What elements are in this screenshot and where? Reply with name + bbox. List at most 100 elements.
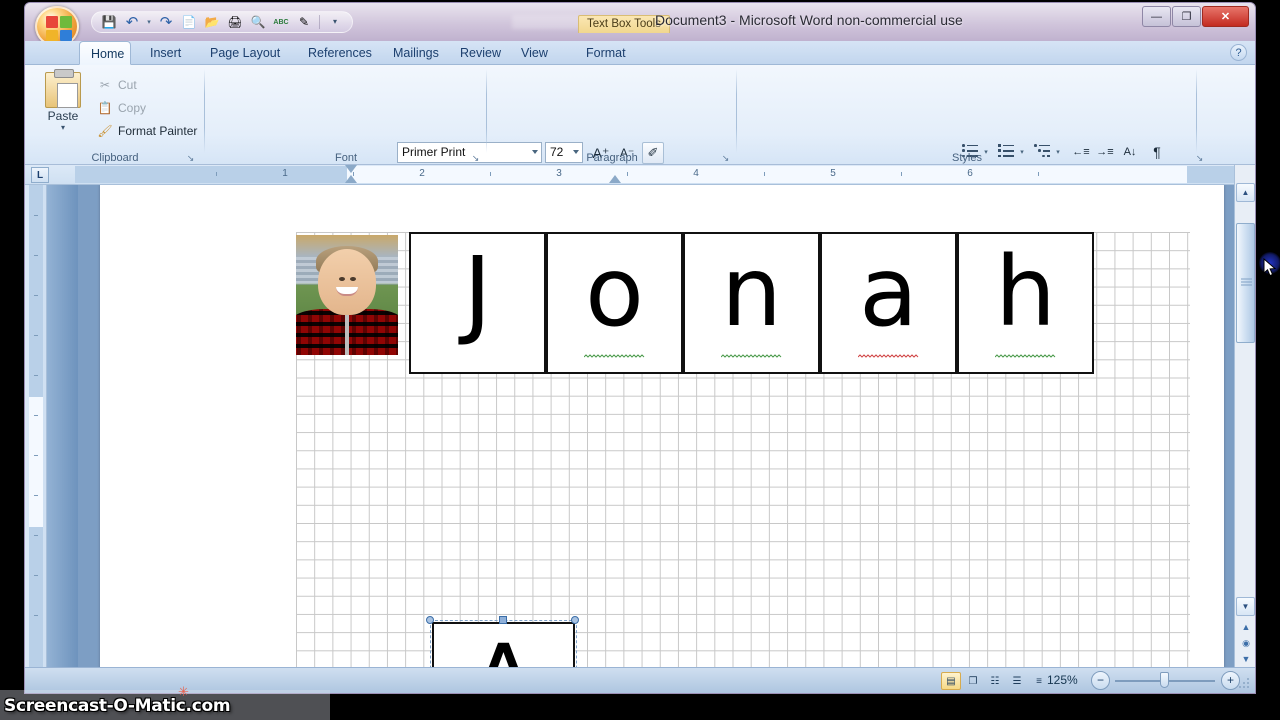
letter-a-uppercase: A — [434, 632, 573, 672]
copy-button[interactable]: 📋 Copy — [97, 98, 147, 118]
scrollbar-grip — [1241, 278, 1252, 288]
scroll-down-button[interactable]: ▼ — [1236, 597, 1255, 616]
view-print-layout-button[interactable]: ▤ — [941, 672, 961, 690]
hanging-indent-marker[interactable] — [345, 175, 357, 183]
previous-page-button[interactable]: ▲ — [1239, 620, 1253, 635]
tab-stop-selector[interactable]: L — [31, 167, 49, 183]
resize-handle-top-left[interactable] — [426, 616, 434, 624]
tab-review[interactable]: Review — [449, 41, 512, 65]
ruler-text-area — [347, 166, 1187, 183]
word-window: 💾 ↶ ▾ ↷ 📄 📂 🖨 🔍 ABC ✎ ▾ Text Box Tools D… — [24, 2, 1280, 694]
group-paragraph: ▾ ▾ ▾ ←≡ →≡ A↓ ¶ Paragraph ↘ — [487, 65, 1169, 195]
vertical-ruler — [25, 185, 47, 672]
left-indent-marker[interactable] — [609, 175, 621, 183]
clipboard-dialog-launcher[interactable]: ↘ — [185, 152, 196, 163]
photo-eye-left — [338, 277, 345, 282]
paste-button[interactable]: Paste ▾ — [37, 69, 89, 140]
next-page-button[interactable]: ▼ — [1239, 652, 1253, 667]
ruler-track: 1 2 3 4 5 6 — [75, 165, 1235, 183]
scroll-up-button[interactable]: ▲ — [1236, 183, 1255, 202]
spellcheck-underline-green-2 — [720, 354, 783, 358]
resize-handle-top-center[interactable] — [499, 616, 507, 624]
cut-button[interactable]: ✂ Cut — [97, 75, 137, 95]
mouse-cursor — [1263, 257, 1277, 278]
spellcheck-underline-green — [583, 354, 646, 358]
zoom-in-button[interactable]: + — [1221, 671, 1240, 690]
minimize-button[interactable]: — — [1142, 6, 1171, 27]
screencast-watermark: Screencast-O-Matic.com — [4, 696, 231, 716]
customize-qat-icon[interactable]: ▾ — [325, 13, 345, 31]
photo-zipper — [345, 314, 349, 355]
photo-smile — [336, 287, 358, 296]
undo-icon[interactable]: ↶ — [122, 13, 142, 31]
view-draft-button[interactable]: ≡ — [1029, 672, 1049, 690]
font-dialog-launcher[interactable]: ↘ — [470, 152, 481, 163]
letter-box-n[interactable]: n — [683, 232, 820, 374]
zoom-slider-thumb[interactable] — [1160, 672, 1169, 688]
selected-textbox[interactable]: A — [432, 622, 575, 672]
document-page[interactable]: J o n a h — [100, 185, 1224, 672]
resize-handle-top-right[interactable] — [571, 616, 579, 624]
tab-references[interactable]: References — [297, 41, 383, 65]
letter-box-j[interactable]: J — [409, 232, 546, 374]
photo-eye-right — [350, 277, 357, 282]
letter-box-a[interactable]: a — [820, 232, 957, 374]
print-preview-icon[interactable]: 🔍 — [248, 13, 268, 31]
window-controls: — ❐ ✕ — [1142, 6, 1249, 27]
spelling-icon[interactable]: ABC — [271, 13, 291, 31]
save-icon[interactable]: 💾 — [99, 13, 119, 31]
letter-box-o[interactable]: o — [546, 232, 683, 374]
undo-dropdown-icon[interactable]: ▾ — [145, 13, 153, 31]
vertical-ruler-track — [29, 185, 43, 672]
new-document-icon[interactable]: 📄 — [179, 13, 199, 31]
title-ghost-text — [512, 15, 582, 29]
help-icon[interactable]: ? — [1230, 44, 1247, 61]
quick-access-toolbar[interactable]: 💾 ↶ ▾ ↷ 📄 📂 🖨 🔍 ABC ✎ ▾ — [91, 11, 353, 33]
resize-grip[interactable] — [1239, 678, 1251, 690]
view-full-screen-reading-button[interactable]: ❐ — [963, 672, 983, 690]
tab-format[interactable]: Format — [575, 41, 637, 65]
redo-icon[interactable]: ↷ — [156, 13, 176, 31]
format-painter-button[interactable]: 🖌 Format Painter — [97, 121, 197, 141]
tab-mailings[interactable]: Mailings — [382, 41, 450, 65]
letter-box-h[interactable]: h — [957, 232, 1094, 374]
ruler-mark-1: 1 — [282, 168, 288, 179]
horizontal-ruler[interactable]: L 1 2 3 4 5 6 — [25, 165, 1255, 185]
paste-dropdown-icon[interactable]: ▾ — [37, 123, 89, 132]
tab-insert[interactable]: Insert — [139, 41, 192, 65]
select-browse-object-button[interactable]: ◉ — [1239, 636, 1253, 651]
title-bar: 💾 ↶ ▾ ↷ 📄 📂 🖨 🔍 ABC ✎ ▾ Text Box Tools D… — [25, 3, 1255, 47]
tab-home[interactable]: Home — [79, 41, 131, 65]
letter-a: a — [859, 236, 918, 348]
print-icon[interactable]: 🖨 — [225, 13, 245, 31]
view-web-layout-button[interactable]: ☷ — [985, 672, 1005, 690]
ruler-mark-6: 6 — [967, 168, 973, 179]
open-folder-icon[interactable]: 📂 — [202, 13, 222, 31]
document-left-band — [47, 185, 78, 672]
letter-n: n — [721, 236, 782, 348]
paragraph-dialog-launcher[interactable]: ↘ — [720, 152, 731, 163]
font-group-label: Font — [334, 152, 357, 164]
first-line-indent-marker[interactable] — [345, 165, 357, 173]
document-canvas[interactable]: J o n a h — [47, 185, 1235, 672]
clipboard-group-label: Clipboard — [91, 152, 139, 164]
child-photo[interactable] — [296, 235, 398, 355]
copy-icon: 📋 — [97, 101, 113, 115]
paragraph-group-label: Paragraph — [586, 152, 638, 164]
scrollbar-thumb[interactable] — [1236, 223, 1255, 343]
group-font: Primer Print 72 A⁺ A⁻ ✐ B I U ▾ abc x₂ x… — [205, 65, 673, 197]
group-editing: 🔍 Find ▾ ⇄ Replace ↖ Select ▾ Editing — [1197, 65, 1257, 165]
vertical-scrollbar[interactable]: ▲ ▼ ▲ ◉ ▼ — [1234, 165, 1255, 672]
tab-page-layout[interactable]: Page Layout — [199, 41, 291, 65]
zoom-percentage[interactable]: 125% — [1047, 673, 1078, 687]
tab-view[interactable]: View — [510, 41, 559, 65]
zoom-out-button[interactable]: − — [1091, 671, 1110, 690]
close-button[interactable]: ✕ — [1202, 6, 1249, 27]
photo-face — [318, 249, 376, 316]
paste-icon — [45, 69, 81, 108]
view-outline-button[interactable]: ☰ — [1007, 672, 1027, 690]
quick-print-edit-icon[interactable]: ✎ — [294, 13, 314, 31]
ruler-mark-2: 2 — [419, 168, 425, 179]
restore-button[interactable]: ❐ — [1172, 6, 1201, 27]
styles-group-label: Styles — [952, 152, 982, 164]
